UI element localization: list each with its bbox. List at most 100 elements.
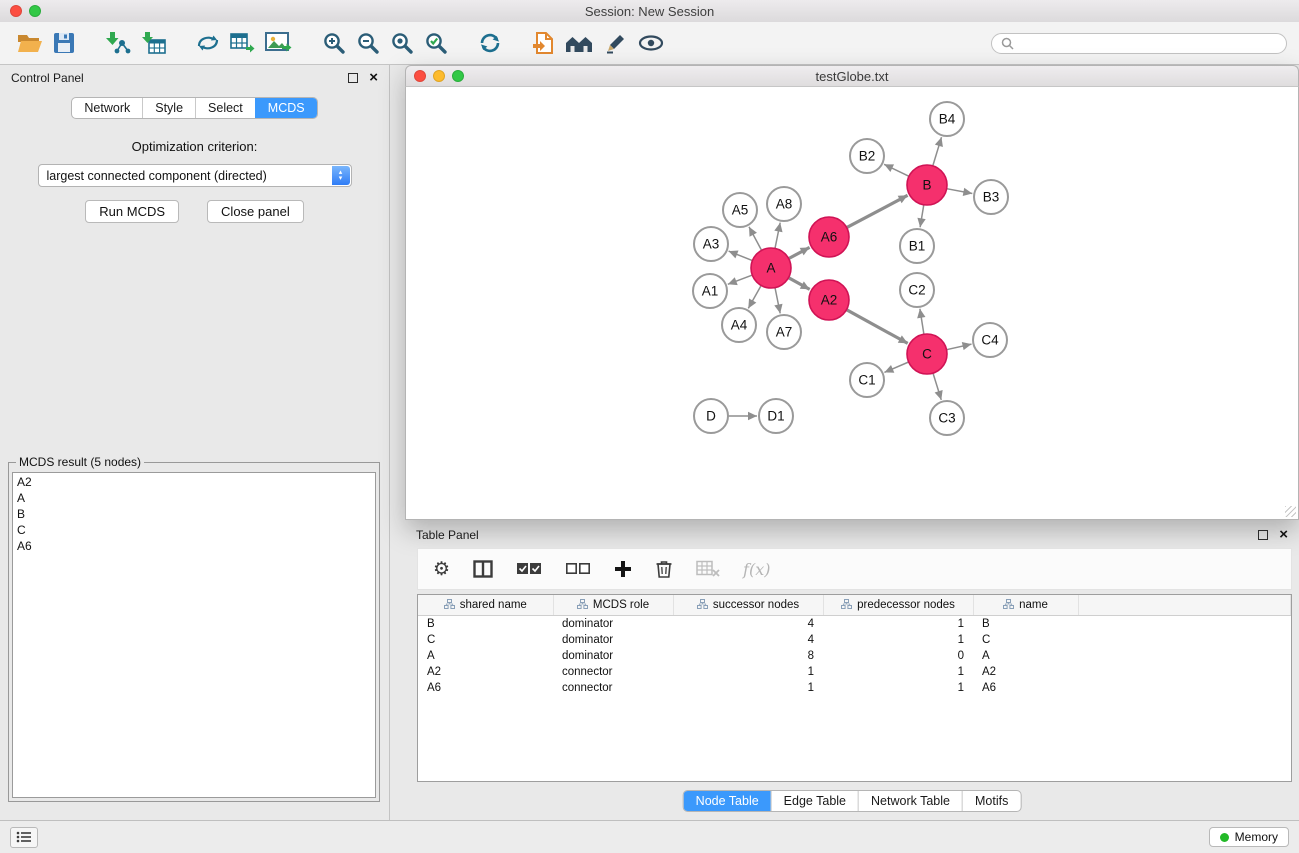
zoom-in-button[interactable] xyxy=(317,24,351,62)
annotations-button[interactable] xyxy=(599,24,633,62)
graph-edge-B-B4[interactable] xyxy=(933,137,942,166)
table-row[interactable]: A6connector11A6 xyxy=(418,680,1291,696)
column-header-MCDS-role[interactable]: MCDS role xyxy=(553,595,673,616)
graph-edge-C-C4[interactable] xyxy=(947,344,972,350)
float-table-panel-icon[interactable] xyxy=(1258,530,1268,540)
zoom-selected-button[interactable] xyxy=(419,24,453,62)
graph-node-label: D1 xyxy=(767,409,784,424)
graph-edge-C-C1[interactable] xyxy=(884,362,908,372)
graph-edge-A-A8[interactable] xyxy=(775,223,780,249)
graph-edge-A6-B[interactable] xyxy=(847,195,908,227)
mcds-result-item[interactable]: A2 xyxy=(17,474,371,490)
graph-edge-A-A2[interactable] xyxy=(789,278,810,290)
resize-grip-icon[interactable] xyxy=(1285,506,1296,517)
graph-edge-A-A4[interactable] xyxy=(748,285,761,308)
close-panel-button[interactable]: Close panel xyxy=(207,200,304,223)
import-table-icon xyxy=(141,31,166,55)
list-icon xyxy=(16,831,32,843)
tab-network[interactable]: Network xyxy=(72,98,142,118)
tab-node-table[interactable]: Node Table xyxy=(684,791,771,811)
zoom-fit-button[interactable] xyxy=(385,24,419,62)
table-settings-button[interactable]: ⚙ xyxy=(433,560,450,579)
column-header-shared-name[interactable]: shared name xyxy=(418,595,553,616)
window-controls xyxy=(10,5,41,17)
graph-edge-B-B1[interactable] xyxy=(920,205,924,228)
graph-edge-B-B3[interactable] xyxy=(947,189,973,194)
graph-edge-A-A7[interactable] xyxy=(775,288,780,314)
add-column-button[interactable] xyxy=(614,560,632,578)
column-header-predecessor-nodes[interactable]: predecessor nodes xyxy=(823,595,973,616)
tab-style[interactable]: Style xyxy=(142,98,195,118)
network-window-controls xyxy=(414,70,464,82)
zoom-out-button[interactable] xyxy=(351,24,385,62)
optimization-dropdown[interactable]: largest connected component (directed) ▴… xyxy=(38,164,352,187)
tab-network-table[interactable]: Network Table xyxy=(858,791,962,811)
graph-edge-A2-C[interactable] xyxy=(847,310,908,344)
close-panel-icon[interactable]: × xyxy=(369,73,378,83)
tab-edge-table[interactable]: Edge Table xyxy=(771,791,858,811)
search-input[interactable] xyxy=(1020,35,1277,51)
mcds-result-item[interactable]: A xyxy=(17,490,371,506)
export-network-button[interactable] xyxy=(527,24,559,62)
run-mcds-button[interactable]: Run MCDS xyxy=(85,200,179,223)
node-table-body: Bdominator41BCdominator41CAdominator80AA… xyxy=(418,616,1291,697)
floppy-icon xyxy=(53,32,75,54)
table-row[interactable]: Adominator80A xyxy=(418,648,1291,664)
graph-edge-C-C3[interactable] xyxy=(933,373,941,400)
graph-edge-A-A5[interactable] xyxy=(749,227,762,251)
save-session-button[interactable] xyxy=(48,24,80,62)
search-box[interactable] xyxy=(991,33,1287,54)
network-canvas[interactable]: B4B2BB3A8A5A6A3B1AC2A1A2A4A7C4CC1DD1C3 xyxy=(405,87,1299,520)
table-delete-icon xyxy=(696,560,720,578)
float-panel-icon[interactable] xyxy=(348,73,358,83)
column-header-successor-nodes[interactable]: successor nodes xyxy=(673,595,823,616)
import-network-button[interactable] xyxy=(100,24,136,62)
overview-button[interactable] xyxy=(559,24,599,62)
select-all-icon xyxy=(516,562,542,576)
graph-edge-A-A1[interactable] xyxy=(728,275,753,284)
export-table-button[interactable] xyxy=(225,24,260,62)
import-table-button[interactable] xyxy=(136,24,171,62)
apply-layout-button[interactable] xyxy=(473,24,507,62)
panel-list-button[interactable] xyxy=(10,827,38,848)
select-all-button[interactable] xyxy=(516,562,542,576)
zoom-window-button[interactable] xyxy=(29,5,41,17)
table-row[interactable]: Bdominator41B xyxy=(418,616,1291,633)
tab-motifs[interactable]: Motifs xyxy=(962,791,1020,811)
graph-node-label: B3 xyxy=(983,190,1000,205)
table-row[interactable]: A2connector11A2 xyxy=(418,664,1291,680)
close-window-button[interactable] xyxy=(10,5,22,17)
graph-node-label: A4 xyxy=(731,318,748,333)
delete-table-button[interactable] xyxy=(696,560,720,578)
close-table-panel-icon[interactable]: × xyxy=(1279,530,1288,540)
network-graph: B4B2BB3A8A5A6A3B1AC2A1A2A4A7C4CC1DD1C3 xyxy=(406,87,1298,518)
deselect-all-button[interactable] xyxy=(565,562,591,576)
graph-edge-C-C2[interactable] xyxy=(920,309,924,334)
graph-node-label: A7 xyxy=(776,325,793,340)
mcds-result-item[interactable]: B xyxy=(17,506,371,522)
dropdown-selected-value: largest connected component (directed) xyxy=(47,169,351,183)
graph-edge-A-A3[interactable] xyxy=(729,251,753,261)
open-session-button[interactable] xyxy=(12,24,48,62)
network-zoom-button[interactable] xyxy=(452,70,464,82)
graph-edge-A-A6[interactable] xyxy=(789,247,810,258)
visibility-button[interactable] xyxy=(633,24,669,62)
tab-mcds[interactable]: MCDS xyxy=(255,98,317,118)
toggle-columns-button[interactable] xyxy=(473,560,493,578)
status-bar: Memory xyxy=(0,820,1299,853)
export-image-button[interactable] xyxy=(260,24,297,62)
table-row[interactable]: Cdominator41C xyxy=(418,632,1291,648)
network-close-button[interactable] xyxy=(414,70,426,82)
new-network-button[interactable] xyxy=(191,24,225,62)
delete-button[interactable] xyxy=(655,559,673,579)
graph-edge-B-B2[interactable] xyxy=(884,164,909,176)
column-header-name[interactable]: name xyxy=(973,595,1078,616)
mcds-result-item[interactable]: C xyxy=(17,522,371,538)
mcds-result-item[interactable]: A6 xyxy=(17,538,371,554)
memory-button[interactable]: Memory xyxy=(1209,827,1289,847)
network-minimize-button[interactable] xyxy=(433,70,445,82)
tab-select[interactable]: Select xyxy=(195,98,255,118)
mcds-result-title: MCDS result (5 nodes) xyxy=(16,455,144,469)
function-builder-button[interactable]: f(x) xyxy=(743,560,770,579)
network-arrows-icon xyxy=(196,31,220,55)
